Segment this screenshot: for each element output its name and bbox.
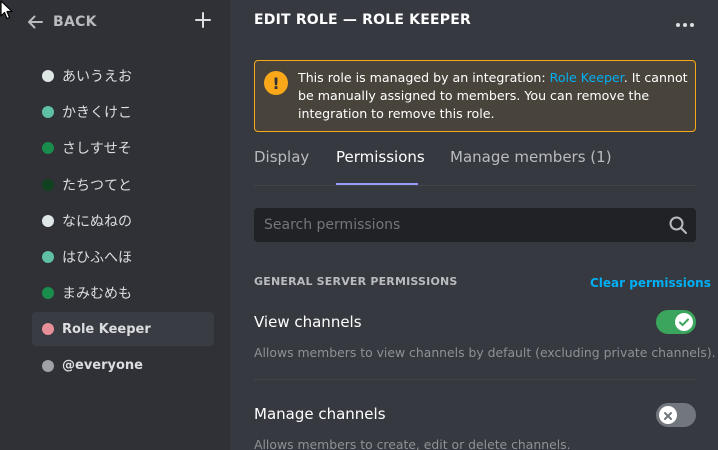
- search-box: [254, 208, 696, 242]
- add-role-button[interactable]: [193, 11, 213, 33]
- search-input[interactable]: [254, 208, 654, 242]
- notice-text: This role is managed by an integration: …: [298, 70, 688, 121]
- role-editor: EDIT ROLE — ROLE KEEPER ! This role is m…: [230, 0, 718, 450]
- role-item[interactable]: さしすせそ: [32, 131, 214, 165]
- back-button[interactable]: BACK: [26, 11, 97, 33]
- tab-bar: Display Permissions Manage members (1): [254, 140, 696, 186]
- more-options-button[interactable]: [674, 12, 696, 30]
- view-channels-toggle[interactable]: [656, 310, 696, 334]
- role-label: なにぬねの: [62, 213, 132, 230]
- role-label: はひふへほ: [62, 249, 132, 266]
- role-color-dot: [42, 178, 54, 191]
- role-list: あいうえお かきくけこ さしすせそ たちつてと なにぬねの はひふへほ まみむめ…: [32, 59, 214, 385]
- role-label: まみむめも: [62, 286, 132, 303]
- role-color-dot: [42, 214, 54, 227]
- plus-icon: [195, 12, 211, 32]
- integration-notice: ! This role is managed by an integration…: [254, 60, 696, 132]
- divider: [254, 379, 696, 380]
- role-item-selected[interactable]: Role Keeper: [32, 312, 214, 347]
- role-label: かきくけこ: [62, 105, 132, 122]
- permission-description: Allows members to view channels by defau…: [254, 345, 716, 360]
- permission-description: Allows members to create, edit or delete…: [254, 437, 571, 450]
- role-sidebar: BACK あいうえお かきくけこ さしすせそ たちつてと なにぬねの はひふへほ…: [0, 0, 230, 450]
- clear-permissions-link[interactable]: Clear permissions: [590, 276, 711, 290]
- close-icon: [663, 406, 673, 425]
- role-item-everyone[interactable]: @everyone: [32, 349, 214, 383]
- back-label: BACK: [53, 14, 97, 30]
- section-heading: GENERAL SERVER PERMISSIONS: [254, 275, 458, 288]
- role-color-dot: [42, 287, 54, 300]
- warning-icon: !: [264, 71, 288, 95]
- role-color-dot: [42, 142, 54, 155]
- role-item[interactable]: なにぬねの: [32, 204, 214, 238]
- role-color-dot: [42, 323, 54, 336]
- role-item[interactable]: まみむめも: [32, 276, 214, 310]
- role-label: たちつてと: [62, 177, 132, 194]
- role-item[interactable]: あいうえお: [32, 59, 214, 93]
- manage-channels-toggle[interactable]: [656, 403, 696, 427]
- role-label: Role Keeper: [62, 321, 151, 337]
- role-item[interactable]: はひふへほ: [32, 240, 214, 274]
- permission-name: Manage channels: [254, 405, 386, 423]
- role-color-dot: [42, 250, 54, 263]
- search-icon[interactable]: [668, 215, 688, 235]
- role-label: @everyone: [62, 358, 143, 373]
- integration-link[interactable]: Role Keeper: [550, 70, 624, 85]
- tab-manage-members[interactable]: Manage members (1): [450, 148, 612, 166]
- role-label: あいうえお: [62, 69, 132, 85]
- check-icon: [678, 313, 690, 332]
- role-item[interactable]: たちつてと: [32, 168, 214, 202]
- role-label: さしすせそ: [62, 141, 132, 158]
- tab-permissions[interactable]: Permissions: [336, 148, 425, 166]
- role-color-dot: [42, 106, 54, 119]
- role-color-dot: [42, 359, 54, 372]
- active-tab-indicator: [336, 183, 418, 185]
- toggle-knob: [675, 313, 693, 331]
- page-title: EDIT ROLE — ROLE KEEPER: [254, 12, 471, 28]
- role-item[interactable]: かきくけこ: [32, 95, 214, 129]
- more-dots-icon: [676, 12, 694, 31]
- toggle-knob: [659, 406, 677, 424]
- permission-name: View channels: [254, 313, 362, 331]
- role-color-dot: [42, 70, 54, 82]
- tab-display[interactable]: Display: [254, 148, 309, 166]
- arrow-left-icon: [26, 13, 44, 31]
